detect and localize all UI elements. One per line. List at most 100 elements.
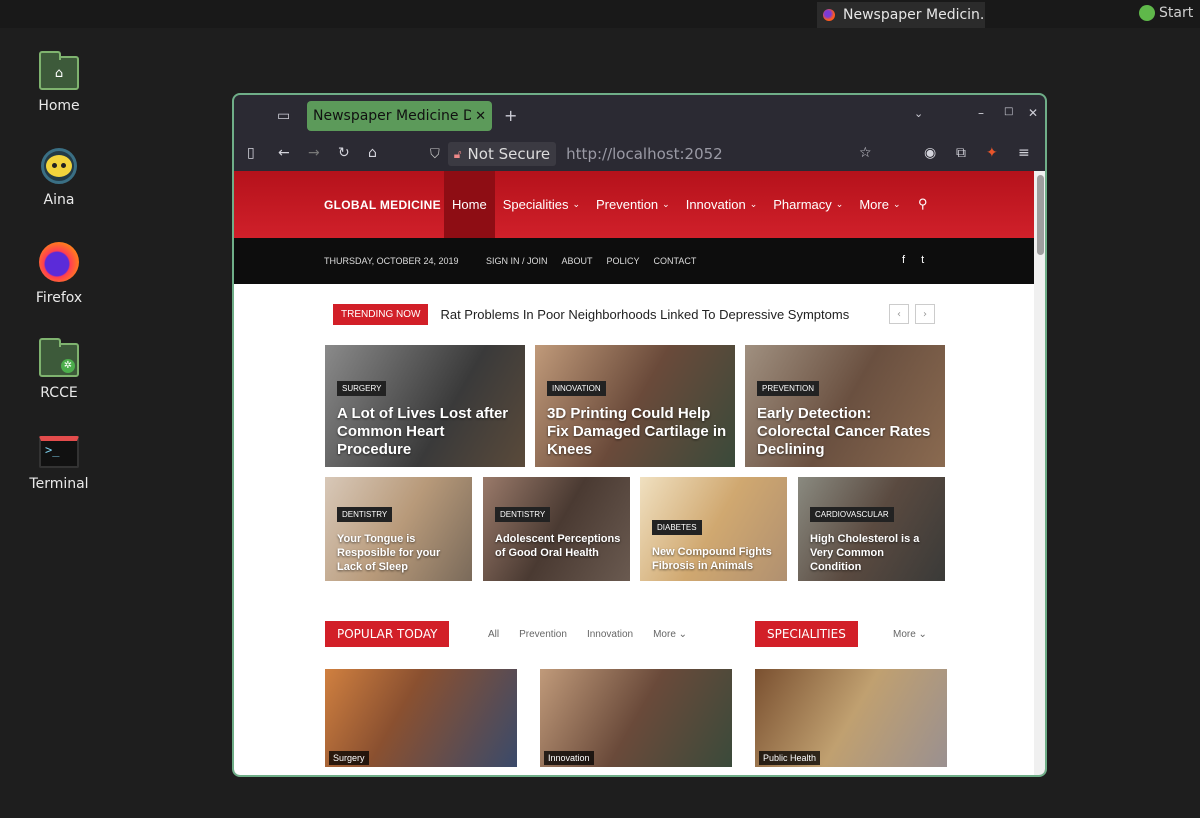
filter-more[interactable]: More ⌄ xyxy=(653,629,687,640)
extensions-icon[interactable]: ⧉ xyxy=(956,145,966,161)
link-sign-in[interactable]: SIGN IN / JOIN xyxy=(486,256,548,266)
featured-card[interactable]: PREVENTION Early Detection: Colorectal C… xyxy=(745,345,945,467)
category-badge[interactable]: DENTISTRY xyxy=(495,507,551,522)
maximize-icon[interactable]: □ xyxy=(1004,106,1013,117)
link-about[interactable]: ABOUT xyxy=(562,256,593,266)
category-badge[interactable]: INNOVATION xyxy=(547,381,606,396)
desktop-icon-firefox[interactable]: Firefox xyxy=(18,242,100,306)
nav-item-specialities[interactable]: Specialities ⌄ xyxy=(495,171,588,238)
reload-icon[interactable]: ↻ xyxy=(338,145,350,161)
popular-card[interactable]: Surgery xyxy=(325,669,517,767)
twitter-icon[interactable]: t xyxy=(921,254,924,266)
card-title[interactable]: Your Tongue is Resposible for your Lack … xyxy=(337,532,464,574)
filter-prevention[interactable]: Prevention xyxy=(519,629,567,640)
filter-all[interactable]: All xyxy=(488,629,499,640)
card-title[interactable]: Adolescent Perceptions of Good Oral Heal… xyxy=(495,532,622,560)
category-badge[interactable]: DENTISTRY xyxy=(337,507,393,522)
category-label[interactable]: Surgery xyxy=(329,751,369,765)
card-title[interactable]: Early Detection: Colorectal Cancer Rates… xyxy=(757,405,937,459)
sidebar-icon[interactable]: ▯ xyxy=(247,145,255,161)
next-arrow-icon[interactable]: › xyxy=(915,304,935,324)
home-folder-icon: ⌂ xyxy=(39,51,79,90)
back-icon[interactable]: ← xyxy=(278,145,290,161)
chevron-down-icon: ⌄ xyxy=(749,199,758,209)
nav-label: More xyxy=(859,197,889,212)
filter-innovation[interactable]: Innovation xyxy=(587,629,633,640)
not-secure-chip[interactable]: 🔓︎ Not Secure xyxy=(447,142,557,166)
site-logo[interactable]: GLOBAL MEDICINE xyxy=(324,198,441,212)
prev-arrow-icon[interactable]: ‹ xyxy=(889,304,909,324)
nav-label: Prevention xyxy=(596,197,659,212)
site-header: GLOBAL MEDICINE Home Specialities ⌄ Preve… xyxy=(234,171,1034,238)
desktop-icon-rcce[interactable]: ✲ RCCE xyxy=(18,338,100,401)
article-card[interactable]: CARDIOVASCULAR High Cholesterol is a Ver… xyxy=(798,477,945,581)
nav-item-home[interactable]: Home xyxy=(444,171,495,238)
tab-list-chevron-icon[interactable]: ⌄ xyxy=(914,107,923,120)
filter-more[interactable]: More ⌄ xyxy=(893,629,927,640)
menu-icon[interactable]: ≡ xyxy=(1018,145,1030,161)
card-title[interactable]: New Compound Fights Fibrosis in Animals xyxy=(652,545,779,573)
category-badge[interactable]: SURGERY xyxy=(337,381,387,396)
main-nav: Home Specialities ⌄ Prevention ⌄ Innovatio… xyxy=(444,171,909,238)
page-viewport: GLOBAL MEDICINE Home Specialities ⌄ Preve… xyxy=(234,171,1034,775)
nav-label: Specialities xyxy=(502,197,569,212)
desktop-icon-home[interactable]: ⌂ Home xyxy=(18,51,100,114)
chevron-down-icon: ⌄ xyxy=(835,199,844,209)
shield-icon[interactable]: ⛉ xyxy=(430,147,440,162)
taskbar-firefox-window[interactable]: Newspaper Medicin... xyxy=(817,2,985,28)
nav-item-pharmacy[interactable]: Pharmacy ⌄ xyxy=(765,171,851,238)
close-tab-icon[interactable]: ✕ xyxy=(475,109,486,124)
link-policy[interactable]: POLICY xyxy=(607,256,640,266)
article-card[interactable]: DENTISTRY Adolescent Perceptions of Good… xyxy=(483,477,630,581)
desktop-icon-aina[interactable]: Aina xyxy=(18,148,100,208)
extension-fox-icon[interactable]: ✦ xyxy=(986,145,998,161)
firefox-icon xyxy=(823,9,835,21)
category-badge[interactable]: PREVENTION xyxy=(757,381,820,396)
card-title[interactable]: A Lot of Lives Lost after Common Heart P… xyxy=(337,405,517,459)
popular-card[interactable]: Public Health xyxy=(755,669,947,767)
forward-icon[interactable]: → xyxy=(308,145,320,161)
page-scrollbar[interactable] xyxy=(1034,171,1045,775)
popular-card[interactable]: Innovation xyxy=(540,669,732,767)
top-links: SIGN IN / JOIN ABOUT POLICY CONTACT xyxy=(486,256,696,266)
start-button[interactable]: Start xyxy=(1139,5,1193,21)
new-tab-icon[interactable]: + xyxy=(504,106,517,125)
article-card[interactable]: DENTISTRY Your Tongue is Resposible for … xyxy=(325,477,472,581)
trending-headline[interactable]: Rat Problems In Poor Neighborhoods Linke… xyxy=(440,307,849,322)
nav-item-prevention[interactable]: Prevention ⌄ xyxy=(588,171,678,238)
firefox-icon xyxy=(39,242,79,282)
category-badge[interactable]: DIABETES xyxy=(652,520,702,535)
tab-active[interactable]: Newspaper Medicine De ✕ xyxy=(307,101,492,131)
top-panel: Newspaper Medicin... Start xyxy=(0,0,1200,28)
nav-item-more[interactable]: More ⌄ xyxy=(851,171,908,238)
minimize-icon[interactable]: – xyxy=(978,106,984,120)
url-text[interactable]: http://localhost:2052 xyxy=(566,145,723,163)
desktop-icon-label: Firefox xyxy=(35,290,83,306)
category-label[interactable]: Innovation xyxy=(544,751,594,765)
nav-item-innovation[interactable]: Innovation ⌄ xyxy=(678,171,766,238)
bookmark-star-icon[interactable]: ☆ xyxy=(859,145,872,161)
card-title[interactable]: 3D Printing Could Help Fix Damaged Carti… xyxy=(547,405,727,459)
search-icon[interactable]: ⚲ xyxy=(918,196,928,212)
popular-today-heading: POPULAR TODAY xyxy=(325,621,450,647)
trending-bar: TRENDING NOW Rat Problems In Poor Neighb… xyxy=(333,304,849,325)
taskbar-window-title: Newspaper Medicin... xyxy=(843,7,985,23)
category-badge[interactable]: CARDIOVASCULAR xyxy=(810,507,894,522)
home-icon[interactable]: ⌂ xyxy=(368,145,377,161)
desktop-icon-terminal[interactable]: Terminal xyxy=(18,436,100,492)
card-title[interactable]: High Cholesterol is a Very Common Condit… xyxy=(810,532,937,574)
tab-title: Newspaper Medicine De xyxy=(313,108,472,124)
url-bar[interactable]: ⛉ 🔓︎ Not Secure http://localhost:2052 xyxy=(430,140,850,168)
tab-overview-icon[interactable]: ▭ xyxy=(277,108,290,124)
featured-card[interactable]: SURGERY A Lot of Lives Lost after Common… xyxy=(325,345,525,467)
article-card[interactable]: DIABETES New Compound Fights Fibrosis in… xyxy=(640,477,787,581)
scrollbar-thumb[interactable] xyxy=(1037,175,1044,255)
category-label[interactable]: Public Health xyxy=(759,751,821,765)
nav-label: Innovation xyxy=(685,197,746,212)
account-icon[interactable]: ◉ xyxy=(924,145,936,161)
facebook-icon[interactable]: f xyxy=(902,254,905,266)
link-contact[interactable]: CONTACT xyxy=(654,256,697,266)
featured-card[interactable]: INNOVATION 3D Printing Could Help Fix Da… xyxy=(535,345,735,467)
chevron-down-icon: ⌄ xyxy=(662,199,670,209)
close-window-icon[interactable]: ✕ xyxy=(1028,106,1038,120)
